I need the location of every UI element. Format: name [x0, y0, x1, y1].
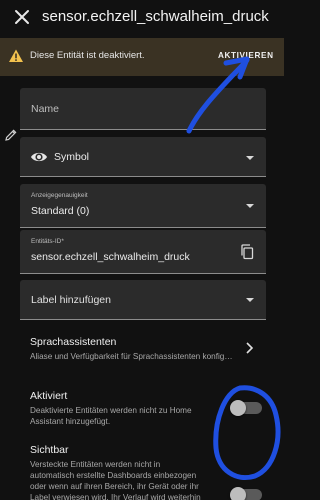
close-icon	[15, 10, 29, 24]
name-placeholder: Name	[31, 103, 60, 115]
chevron-down-icon	[246, 204, 254, 208]
visible-description-line: oder wenn auf ihren Bereich, ihr Gerät o…	[30, 482, 199, 491]
toggle-knob	[230, 400, 246, 416]
eye-icon	[31, 152, 47, 162]
icon-field-label: Symbol	[54, 151, 90, 163]
dialog-title: sensor.echzell_schwalheim_druck	[42, 8, 269, 25]
chevron-right-icon	[246, 342, 254, 354]
name-field[interactable]: Name	[20, 88, 266, 130]
display-precision-select[interactable]: Anzeigegenauigkeit Standard (0)	[20, 184, 266, 228]
toggle-knob	[230, 487, 246, 500]
visible-setting-row: Sichtbar Versteckte Entitäten werden nic…	[20, 440, 266, 500]
copy-icon[interactable]	[240, 244, 254, 260]
entity-id-value: sensor.echzell_schwalheim_druck	[31, 251, 190, 263]
chevron-down-icon	[246, 156, 254, 160]
voice-assistants-title: Sprachassistenten	[30, 336, 117, 348]
icon-picker-field[interactable]: Symbol	[20, 137, 266, 177]
enabled-title: Aktiviert	[30, 390, 68, 402]
visible-toggle[interactable]	[230, 487, 262, 500]
visible-description-line: Label verwiesen wird. Ihr Verlauf wird w…	[30, 493, 201, 500]
chevron-down-icon	[246, 298, 254, 302]
voice-assistants-row[interactable]: Sprachassistenten Aliase und Verfügbarke…	[20, 331, 266, 367]
labels-select[interactable]: Label hinzufügen	[20, 280, 266, 320]
enabled-description-line: Deaktivierte Entitäten werden nicht zu H…	[30, 406, 192, 415]
precision-label: Anzeigegenauigkeit	[31, 192, 88, 199]
activate-button[interactable]: AKTIVIEREN	[218, 51, 274, 60]
entity-id-field[interactable]: Entitäts-ID* sensor.echzell_schwalheim_d…	[20, 230, 266, 274]
dialog-header: sensor.echzell_schwalheim_druck	[0, 0, 284, 35]
entity-id-label: Entitäts-ID*	[31, 238, 64, 245]
close-button[interactable]	[12, 7, 32, 27]
visible-description-line: automatisch erstellte Dashboards einbezo…	[30, 471, 197, 480]
enabled-toggle[interactable]	[230, 400, 262, 416]
labels-placeholder: Label hinzufügen	[31, 294, 111, 306]
warning-icon	[9, 49, 23, 62]
visible-title: Sichtbar	[30, 444, 69, 456]
visible-description-line: Versteckte Entitäten werden nicht in	[30, 460, 161, 469]
enabled-setting-row: Aktiviert Deaktivierte Entitäten werden …	[20, 386, 266, 430]
voice-assistants-subtitle: Aliase und Verfügbarkeit für Sprachassis…	[30, 352, 233, 361]
pencil-icon[interactable]	[4, 128, 18, 142]
disabled-warning-banner: Diese Entität ist deaktiviert. AKTIVIERE…	[0, 38, 284, 76]
warning-message: Diese Entität ist deaktiviert.	[30, 50, 145, 61]
enabled-description-line: Assistant hinzugefügt.	[30, 417, 111, 426]
entity-settings-dialog: sensor.echzell_schwalheim_druck Diese En…	[0, 0, 284, 500]
precision-value: Standard (0)	[31, 205, 90, 217]
